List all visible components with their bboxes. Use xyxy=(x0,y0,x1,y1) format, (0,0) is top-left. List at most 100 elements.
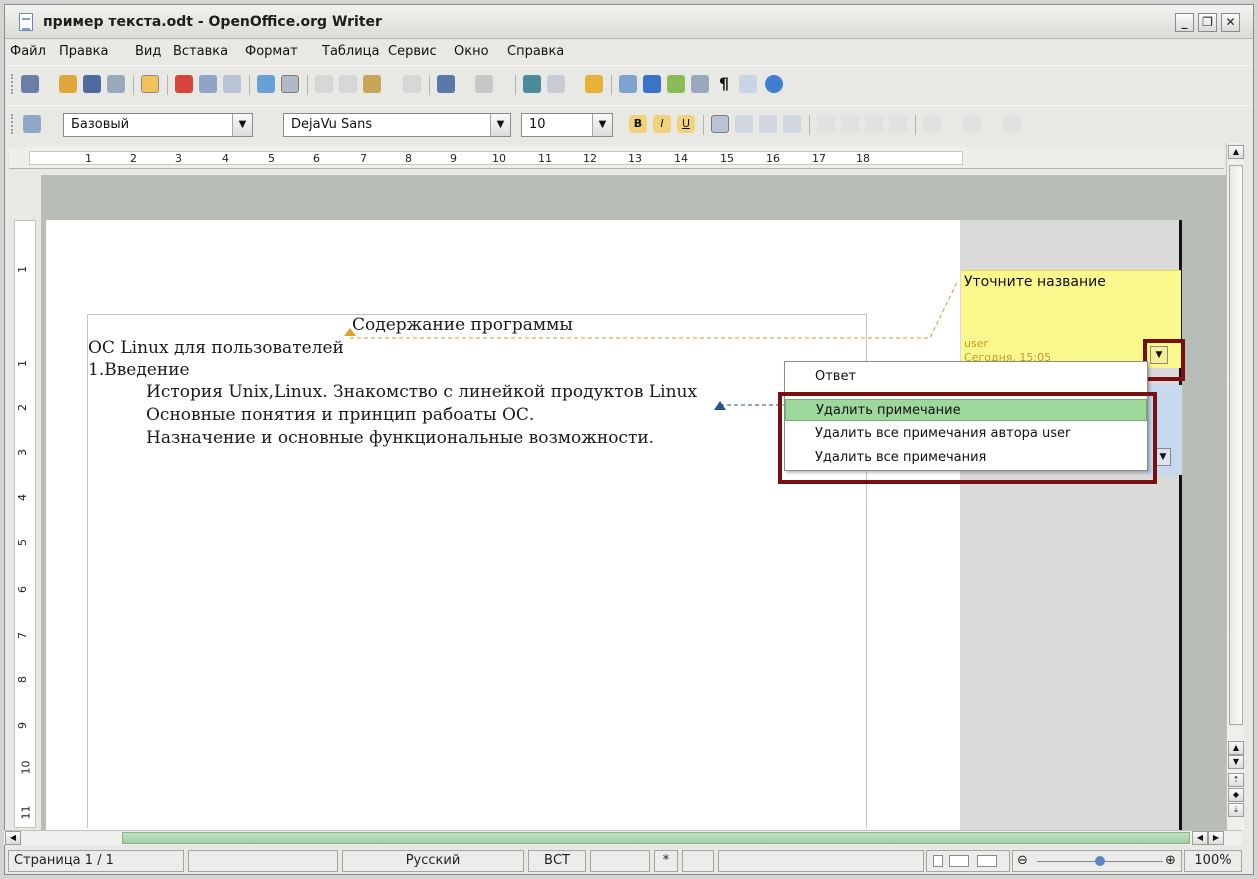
document-line[interactable]: Основные понятия и принцип рабоаты ОС. xyxy=(146,405,534,425)
cut-icon[interactable] xyxy=(315,75,333,93)
italic-icon[interactable]: I xyxy=(653,115,671,133)
document-heading[interactable]: Содержание программы xyxy=(352,315,573,335)
new-document-icon[interactable] xyxy=(21,75,39,93)
align-center-icon[interactable] xyxy=(735,115,753,133)
formatting-marks-icon[interactable]: ¶ xyxy=(715,75,733,93)
show-draw-functions-icon[interactable] xyxy=(585,75,603,93)
help-icon[interactable] xyxy=(765,75,783,93)
zoom-in-icon[interactable]: ⊕ xyxy=(1165,851,1176,871)
chevron-down-icon[interactable]: ▼ xyxy=(232,114,252,136)
find-replace-icon[interactable] xyxy=(619,75,637,93)
styles-formatting-icon[interactable] xyxy=(23,115,41,133)
page-style-field[interactable] xyxy=(188,850,338,872)
document-line[interactable]: Назначение и основные функциональные воз… xyxy=(146,428,654,448)
underline-icon[interactable]: U xyxy=(677,115,695,133)
chevron-down-icon[interactable]: ▼ xyxy=(592,114,612,136)
table-icon[interactable] xyxy=(547,75,565,93)
hyperlink-icon[interactable] xyxy=(523,75,541,93)
scroll-down-icon[interactable]: ▼ xyxy=(1228,755,1244,769)
font-name-combo[interactable]: DejaVu Sans ▼ xyxy=(283,113,511,137)
zoom-thumb[interactable] xyxy=(1095,856,1105,866)
email-icon[interactable] xyxy=(107,75,125,93)
menu-insert[interactable]: Вставка xyxy=(173,44,228,59)
insert-mode-field[interactable]: ВСТ xyxy=(528,850,586,872)
align-left-icon[interactable] xyxy=(711,115,729,133)
increase-indent-icon[interactable] xyxy=(889,115,907,133)
document-line[interactable]: История Unix,Linux. Знакомство с линейко… xyxy=(146,382,697,402)
gallery-icon[interactable] xyxy=(667,75,685,93)
next-page-icon[interactable]: ⇣ xyxy=(1228,803,1244,817)
data-sources-icon[interactable] xyxy=(691,75,709,93)
maximize-button[interactable]: ❐ xyxy=(1198,13,1217,32)
autospellcheck-icon[interactable] xyxy=(281,75,299,93)
numbering-icon[interactable] xyxy=(817,115,835,133)
menu-file[interactable]: Файл xyxy=(10,44,46,59)
signature-field[interactable] xyxy=(682,850,714,872)
align-right-icon[interactable] xyxy=(759,115,777,133)
language-field[interactable]: Русский xyxy=(342,850,524,872)
zoom-slider[interactable]: ⊖ ⊕ xyxy=(1012,850,1182,872)
horizontal-scrollbar[interactable]: ◀ ◀ ▶ xyxy=(4,830,1242,845)
toolbar-grip[interactable] xyxy=(11,114,15,134)
book-view-icon[interactable] xyxy=(977,855,997,867)
font-size-combo[interactable]: 10 ▼ xyxy=(521,113,613,137)
view-layout-field[interactable] xyxy=(926,850,1010,872)
scroll-right-icon[interactable]: ▶ xyxy=(1208,831,1224,845)
navigation-icon[interactable]: ◆ xyxy=(1228,788,1244,802)
second-comment-menu-button[interactable]: ▼ xyxy=(1155,448,1171,466)
horizontal-ruler[interactable]: 1 2 3 4 5 6 7 8 9 10 11 12 13 14 15 16 1… xyxy=(9,147,1224,169)
page-indicator[interactable]: Страница 1 / 1 xyxy=(8,850,184,872)
font-color-icon[interactable] xyxy=(923,115,941,133)
scroll-up-icon[interactable]: ▲ xyxy=(1228,145,1244,159)
zoom-icon[interactable] xyxy=(739,75,757,93)
paste-icon[interactable] xyxy=(363,75,381,93)
menu-format[interactable]: Формат xyxy=(245,44,298,59)
export-pdf-icon[interactable] xyxy=(175,75,193,93)
comment-text[interactable]: Уточните название xyxy=(964,274,1106,290)
highlighting-icon[interactable] xyxy=(963,115,981,133)
bullets-icon[interactable] xyxy=(841,115,859,133)
menu-tools[interactable]: Сервис xyxy=(388,44,437,59)
vertical-ruler[interactable]: 1 1 2 3 4 5 6 7 8 9 10 11 xyxy=(14,220,36,828)
page-preview-icon[interactable] xyxy=(223,75,241,93)
clone-formatting-icon[interactable] xyxy=(403,75,421,93)
menu-view[interactable]: Вид xyxy=(135,44,161,59)
document-line[interactable]: ОС Linux для пользователей xyxy=(88,338,344,358)
scroll-left-icon[interactable]: ◀ xyxy=(5,831,21,845)
justify-icon[interactable] xyxy=(783,115,801,133)
save-icon[interactable] xyxy=(83,75,101,93)
zoom-level[interactable]: 100% xyxy=(1184,850,1242,872)
menu-help[interactable]: Справка xyxy=(507,44,564,59)
copy-icon[interactable] xyxy=(339,75,357,93)
redo-icon[interactable] xyxy=(475,75,493,93)
document-line[interactable]: 1.Введение xyxy=(88,360,190,380)
vertical-scroll-thumb[interactable] xyxy=(1229,165,1243,725)
bold-icon[interactable]: B xyxy=(629,115,647,133)
paragraph-style-combo[interactable]: Базовый ▼ xyxy=(63,113,253,137)
multi-page-view-icon[interactable] xyxy=(949,855,969,867)
menu-item-reply[interactable]: Ответ xyxy=(785,366,1147,388)
menu-window[interactable]: Окно xyxy=(454,44,489,59)
menu-edit[interactable]: Правка xyxy=(59,44,108,59)
toolbar-grip[interactable] xyxy=(11,74,15,94)
open-icon[interactable] xyxy=(59,75,77,93)
zoom-out-icon[interactable]: ⊖ xyxy=(1017,851,1028,871)
undo-icon[interactable] xyxy=(437,75,455,93)
minimize-button[interactable]: _ xyxy=(1175,13,1194,32)
single-page-view-icon[interactable] xyxy=(933,855,943,867)
chevron-down-icon[interactable]: ▼ xyxy=(490,114,510,136)
spellcheck-icon[interactable] xyxy=(257,75,275,93)
scroll-left-icon[interactable]: ◀ xyxy=(1192,831,1208,845)
close-button[interactable]: ✕ xyxy=(1221,13,1240,32)
horizontal-scroll-thumb[interactable] xyxy=(122,832,1190,844)
edit-mode-icon[interactable] xyxy=(141,75,159,93)
selection-mode-field[interactable] xyxy=(590,850,650,872)
menu-table[interactable]: Таблица xyxy=(322,44,380,59)
scroll-up-icon[interactable]: ▲ xyxy=(1228,741,1244,755)
print-icon[interactable] xyxy=(199,75,217,93)
decrease-indent-icon[interactable] xyxy=(865,115,883,133)
navigator-icon[interactable] xyxy=(643,75,661,93)
background-color-icon[interactable] xyxy=(1003,115,1021,133)
vertical-scrollbar[interactable]: ▲ ▲ ▼ ⇡ ◆ ⇣ xyxy=(1226,143,1244,830)
previous-page-icon[interactable]: ⇡ xyxy=(1228,773,1244,787)
